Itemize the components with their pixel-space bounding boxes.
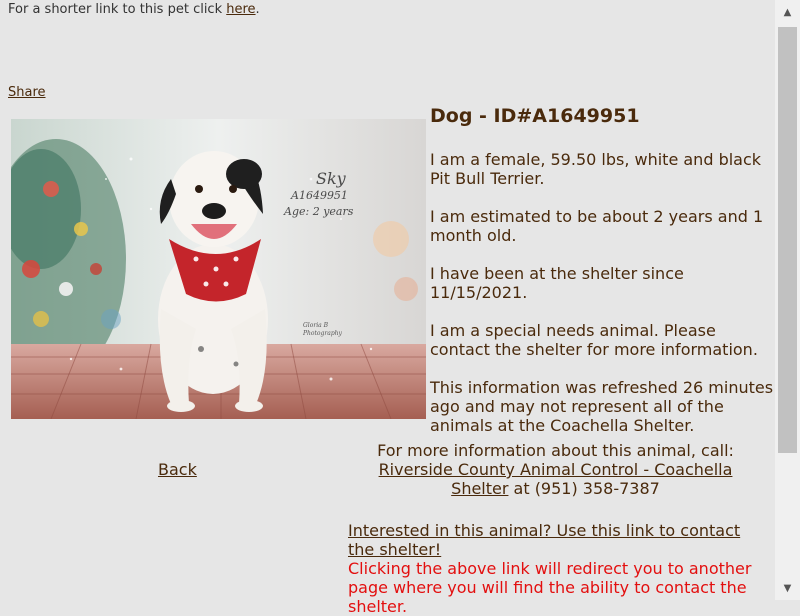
photo-dog-name: Sky	[316, 169, 347, 188]
photo-watermark-line1: Gloria B	[303, 322, 329, 329]
contact-intro: For more information about this animal, …	[377, 441, 734, 460]
contact-shelter-line: Riverside County Animal Control - Coache…	[358, 460, 753, 498]
short-link[interactable]: here	[226, 2, 255, 17]
pet-age-estimate: I am estimated to be about 2 years and 1…	[430, 207, 764, 245]
contact-shelter-link[interactable]: Interested in this animal? Use this link…	[348, 521, 768, 559]
scroll-up-arrow-icon[interactable]: ▲	[775, 0, 800, 24]
photo-dog-age: Age: 2 years	[283, 205, 354, 218]
redirect-note: Clicking the above link will redirect yo…	[348, 559, 752, 616]
pet-heading: Dog - ID#A1649951	[430, 105, 640, 127]
back-link[interactable]: Back	[158, 460, 197, 479]
photo-watermark-line2: Photography	[302, 330, 343, 337]
short-link-period: .	[255, 2, 260, 17]
scrollbar-thumb[interactable]	[778, 27, 797, 453]
pet-description: I am a female, 59.50 lbs, white and blac…	[430, 150, 762, 188]
photo-dog-id: A1649951	[290, 189, 348, 202]
dog-photo-illustration: Sky A1649951 Age: 2 years Gloria B Photo…	[11, 119, 426, 419]
contact-info: For more information about this animal, …	[358, 441, 753, 498]
short-link-notice: For a shorter link to this pet click her…	[8, 2, 260, 18]
short-link-text: For a shorter link to this pet click	[8, 2, 227, 17]
share-link[interactable]: Share	[8, 85, 46, 101]
pet-photo: Sky A1649951 Age: 2 years Gloria B Photo…	[11, 119, 426, 419]
pet-shelter-since: I have been at the shelter since 11/15/2…	[430, 264, 684, 302]
pet-special-needs: I am a special needs animal. Please cont…	[430, 321, 758, 359]
scroll-down-arrow-icon[interactable]: ▼	[775, 576, 800, 600]
vertical-scrollbar[interactable]: ▲ ▼	[775, 0, 800, 600]
shelter-phone: at (951) 358-7387	[508, 479, 660, 498]
pet-refresh-note: This information was refreshed 26 minute…	[430, 378, 774, 435]
